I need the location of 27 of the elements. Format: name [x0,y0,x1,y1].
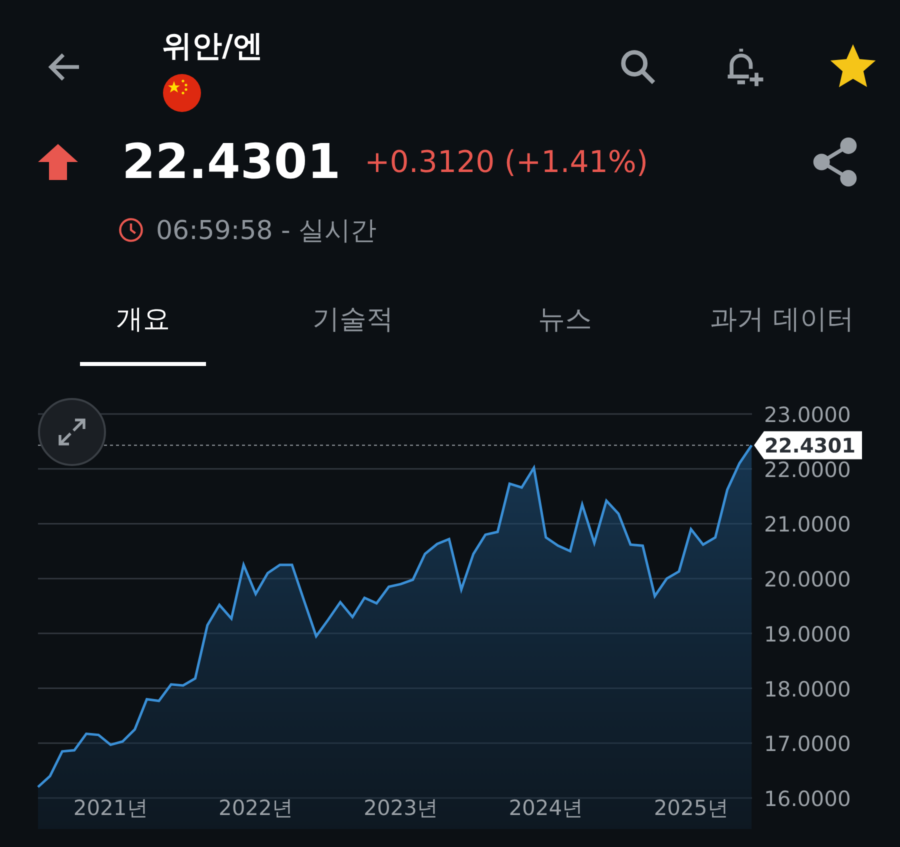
x-axis-label: 2021년 [73,796,148,820]
tab[interactable]: 개요 [80,294,206,366]
current-price-label: 22.4301 [754,431,862,460]
share-icon[interactable] [812,137,858,187]
tab[interactable]: 과거 데이터 [710,294,854,366]
tab[interactable]: 뉴스 [538,294,592,366]
y-axis-label: 23.0000 [764,403,851,427]
x-axis-label: 2022년 [218,796,293,820]
flag-icon [162,73,202,113]
x-axis-label: 2023년 [364,796,438,820]
y-axis-label: 16.0000 [764,787,851,811]
clock-icon [118,217,144,243]
x-axis-label: 2024년 [508,796,584,820]
price-value: 22.4301 [122,134,341,190]
price-change: +0.3120 (+1.41%) [364,144,650,180]
ref-line-label: 22.4301 [764,433,856,458]
pair-title: 위안/엔 [162,28,264,66]
tab[interactable]: 기술적 [312,294,394,366]
star-icon[interactable] [830,44,876,90]
y-axis-label: 22.0000 [764,458,851,482]
y-axis-label: 20.0000 [764,568,851,592]
y-axis-label: 17.0000 [764,732,851,756]
y-axis-label: 19.0000 [764,622,851,646]
y-axis-label: 18.0000 [764,677,851,702]
update-time: 06:59:58 - 실시간 [156,214,377,248]
y-axis-label: 21.0000 [764,512,851,537]
x-axis-label: 2025년 [654,796,728,820]
